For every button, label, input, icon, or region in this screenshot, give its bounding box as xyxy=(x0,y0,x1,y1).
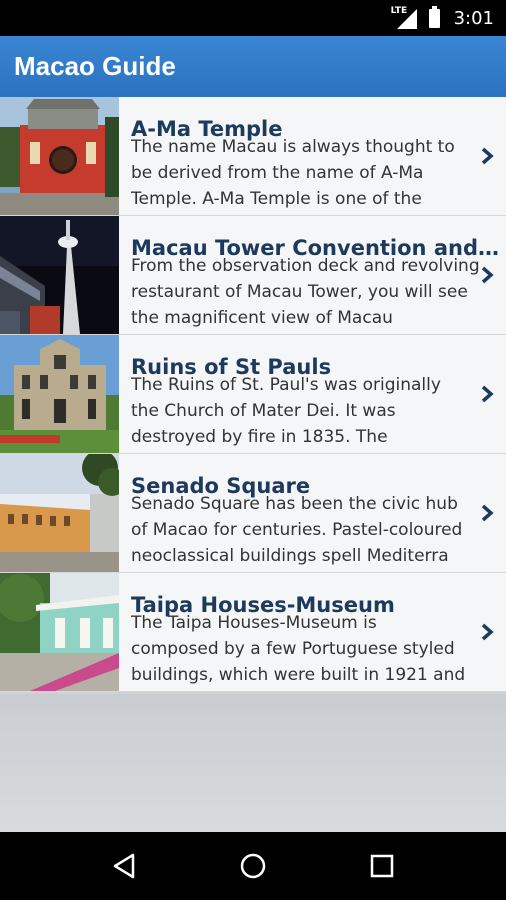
chevron-right-icon xyxy=(481,266,494,284)
lte-signal-icon: LTE xyxy=(391,6,417,29)
item-description: The Ruins of St. Paul's was originally t… xyxy=(131,375,441,447)
back-triangle-icon xyxy=(114,853,135,879)
status-bar: LTE 3:01 xyxy=(0,0,506,36)
app-bar: Macao Guide xyxy=(0,36,506,97)
chevron-right-icon xyxy=(481,623,494,641)
square-photo xyxy=(0,454,119,572)
system-nav-bar xyxy=(0,832,506,900)
list-item[interactable]: A-Ma Temple The name Macau is always tho… xyxy=(0,97,506,216)
recents-button[interactable] xyxy=(362,846,402,886)
list-item[interactable]: Taipa Houses-Museum The Taipa Houses-Mus… xyxy=(0,573,506,692)
clock: 3:01 xyxy=(453,7,494,29)
home-circle-icon xyxy=(240,853,266,879)
list-item[interactable]: Macau Tower Convention and… From the obs… xyxy=(0,216,506,335)
item-description: The Taipa Houses-Museum is composed by a… xyxy=(131,613,466,685)
ruins-photo xyxy=(0,335,119,453)
tower-photo xyxy=(0,216,119,334)
home-button[interactable] xyxy=(233,846,273,886)
houses-photo xyxy=(0,573,119,691)
back-button[interactable] xyxy=(104,846,144,886)
chevron-right-icon xyxy=(481,504,494,522)
empty-background xyxy=(0,694,506,832)
chevron-right-icon xyxy=(481,385,494,403)
item-description: From the observation deck and revolving … xyxy=(131,256,480,328)
item-description: Senado Square has been the civic hub of … xyxy=(131,494,463,566)
app-title: Macao Guide xyxy=(14,51,176,81)
list-item[interactable]: Ruins of St Pauls The Ruins of St. Paul'… xyxy=(0,335,506,454)
chevron-right-icon xyxy=(481,147,494,165)
attractions-list: A-Ma Temple The name Macau is always tho… xyxy=(0,97,506,692)
recents-square-icon xyxy=(370,854,393,878)
temple-photo xyxy=(0,97,119,215)
list-item[interactable]: Senado Square Senado Square has been the… xyxy=(0,454,506,573)
item-description: The name Macau is always thought to be d… xyxy=(131,137,455,209)
battery-icon xyxy=(428,5,440,28)
